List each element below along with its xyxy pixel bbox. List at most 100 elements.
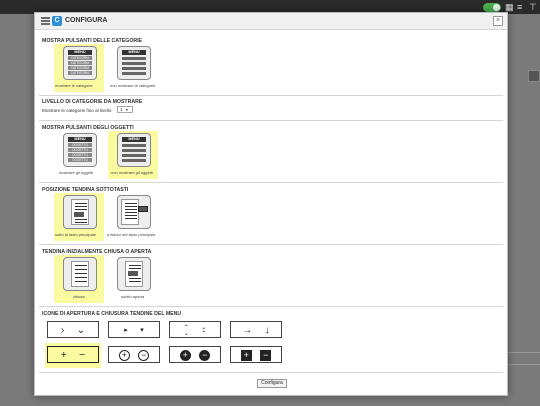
arrow-right-icon: → bbox=[242, 325, 253, 337]
option-hide-categories[interactable]: MENU non mostrare le categorie bbox=[108, 44, 158, 92]
option-submenu-open[interactable]: subito aperta bbox=[108, 255, 158, 303]
menu-row-label: OGGETTO bbox=[68, 148, 92, 152]
icon-option-triangle[interactable]: ▸ ▾ bbox=[108, 321, 160, 338]
menu-row-label: OGGETTO bbox=[68, 158, 92, 162]
doc-line bbox=[75, 222, 87, 223]
dialog-header: C CONFIGURA × bbox=[35, 13, 507, 30]
menu-head-label: MENU bbox=[122, 137, 146, 142]
hamburger-icon[interactable] bbox=[41, 17, 50, 25]
doc-line bbox=[75, 281, 87, 282]
doc-line bbox=[129, 265, 141, 266]
background-side-button[interactable] bbox=[528, 70, 540, 82]
doc-line bbox=[75, 269, 87, 270]
doc-line bbox=[75, 203, 87, 204]
option-submenu-below[interactable]: sotto al tasto principale bbox=[54, 193, 104, 241]
section-title-menu-icons: ICONE DI APERTURA E CHIUSURA TENDINE DEL… bbox=[42, 311, 182, 317]
close-button[interactable]: × bbox=[493, 16, 503, 26]
doc-line bbox=[129, 278, 141, 279]
option-caption: sotto al tasto principale bbox=[55, 232, 96, 237]
submenu-block bbox=[138, 206, 148, 212]
menu-row-label: CATEGORIA bbox=[68, 66, 92, 70]
doc-line bbox=[75, 206, 87, 207]
section-divider bbox=[39, 182, 503, 183]
option-submenu-beside[interactable]: a fianco del tasto principale bbox=[107, 193, 158, 241]
app-logo-icon: C bbox=[52, 16, 62, 26]
document-icon bbox=[71, 199, 89, 225]
submenu-block bbox=[74, 212, 84, 217]
icon-option-arrow[interactable]: → ↓ bbox=[230, 321, 282, 338]
menu-placeholder-bar bbox=[122, 144, 146, 147]
grid-icon[interactable]: ▦ bbox=[505, 3, 514, 12]
doc-line bbox=[129, 281, 141, 282]
menu-placeholder-bar bbox=[122, 159, 146, 162]
plus-circle-icon: + bbox=[118, 350, 130, 362]
submenu-block bbox=[128, 271, 138, 276]
option-hide-objects[interactable]: MENU non mostrare gli oggetti bbox=[108, 131, 158, 179]
document-icon bbox=[121, 199, 139, 225]
collapse-icon: ⌄ ⌃ bbox=[201, 325, 206, 337]
minus-icon: − bbox=[79, 350, 86, 362]
icon-option-chevron[interactable]: › ⌄ bbox=[47, 321, 99, 338]
category-level-value: 1 bbox=[120, 107, 123, 112]
category-level-select[interactable]: 1 ▾ bbox=[117, 106, 133, 113]
triangle-right-icon: ▸ bbox=[124, 327, 128, 335]
hide-objects-thumbnail: MENU bbox=[117, 133, 151, 167]
pin-icon[interactable]: ⊤ bbox=[529, 3, 537, 12]
option-show-categories[interactable]: MENU CATEGORIA CATEGORIA CATEGORIA CATEG… bbox=[54, 44, 104, 92]
expand-icon: ⌃ ⌄ bbox=[184, 325, 189, 337]
menu-head-label: MENU bbox=[68, 137, 92, 142]
submenu-closed-thumbnail bbox=[63, 257, 97, 291]
option-submenu-closed[interactable]: chiusa bbox=[54, 255, 104, 303]
configure-button[interactable]: Configura bbox=[257, 379, 287, 388]
icon-option-plus-minus-circle[interactable]: + − bbox=[108, 346, 160, 363]
show-objects-thumbnail: MENU OGGETTO OGGETTO OGGETTO OGGETTO bbox=[63, 133, 97, 167]
show-categories-thumbnail: MENU CATEGORIA CATEGORIA CATEGORIA CATEG… bbox=[63, 46, 97, 80]
dialog-title: CONFIGURA bbox=[65, 17, 108, 24]
option-show-objects[interactable]: MENU OGGETTO OGGETTO OGGETTO OGGETTO mos… bbox=[54, 131, 104, 179]
hide-categories-thumbnail: MENU bbox=[117, 46, 151, 80]
minus-circle-filled-icon: − bbox=[199, 350, 211, 362]
doc-line bbox=[129, 268, 141, 269]
section-divider bbox=[39, 244, 503, 245]
background-divider bbox=[508, 364, 540, 365]
icon-option-plus-minus-circle-filled[interactable]: + − bbox=[169, 346, 221, 363]
doc-line bbox=[75, 209, 87, 210]
menu-placeholder-bar bbox=[122, 154, 146, 157]
doc-line bbox=[125, 218, 137, 219]
option-caption: mostrare le categorie bbox=[55, 83, 93, 88]
configura-dialog: C CONFIGURA × MOSTRA PULSANTI DELLE CATE… bbox=[34, 12, 508, 396]
plus-icon: + bbox=[60, 350, 67, 362]
menu-placeholder-bar bbox=[122, 149, 146, 152]
doc-line bbox=[75, 219, 87, 220]
doc-line bbox=[75, 273, 87, 274]
doc-line bbox=[125, 215, 137, 216]
icon-option-plus-minus-square[interactable]: + − bbox=[230, 346, 282, 363]
category-level-label: Mostrare le categorie fino al livello bbox=[42, 108, 112, 113]
menu-row-label: OGGETTO bbox=[68, 143, 92, 147]
menu-placeholder-bar bbox=[122, 57, 146, 60]
section-divider bbox=[39, 306, 503, 307]
background-divider bbox=[508, 352, 540, 353]
doc-line bbox=[125, 209, 137, 210]
menu-icon[interactable]: ≡ bbox=[517, 3, 522, 12]
submenu-below-thumbnail bbox=[63, 195, 97, 229]
section-divider bbox=[39, 372, 503, 373]
chevron-down-icon: ▾ bbox=[125, 107, 128, 112]
option-caption: a fianco del tasto principale bbox=[107, 232, 156, 237]
option-caption: subito aperta bbox=[121, 294, 145, 299]
icon-option-double-chevron[interactable]: ⌃ ⌄ ⌄ ⌃ bbox=[169, 321, 221, 338]
menu-head-label: MENU bbox=[122, 50, 146, 55]
document-icon bbox=[125, 261, 143, 287]
option-caption: non mostrare gli oggetti bbox=[111, 170, 153, 175]
chevron-down-icon: ⌄ bbox=[183, 330, 189, 337]
option-caption: non mostrare le categorie bbox=[110, 83, 156, 88]
toggle-switch[interactable] bbox=[483, 3, 501, 12]
menu-row-label: CATEGORIA bbox=[68, 61, 92, 65]
menu-head-label: MENU bbox=[68, 50, 92, 55]
doc-line bbox=[125, 212, 137, 213]
minus-circle-icon: − bbox=[138, 350, 150, 362]
icon-option-plus-minus[interactable]: + − bbox=[47, 346, 99, 363]
doc-line bbox=[75, 265, 87, 266]
submenu-open-thumbnail bbox=[117, 257, 151, 291]
doc-line bbox=[125, 206, 137, 207]
